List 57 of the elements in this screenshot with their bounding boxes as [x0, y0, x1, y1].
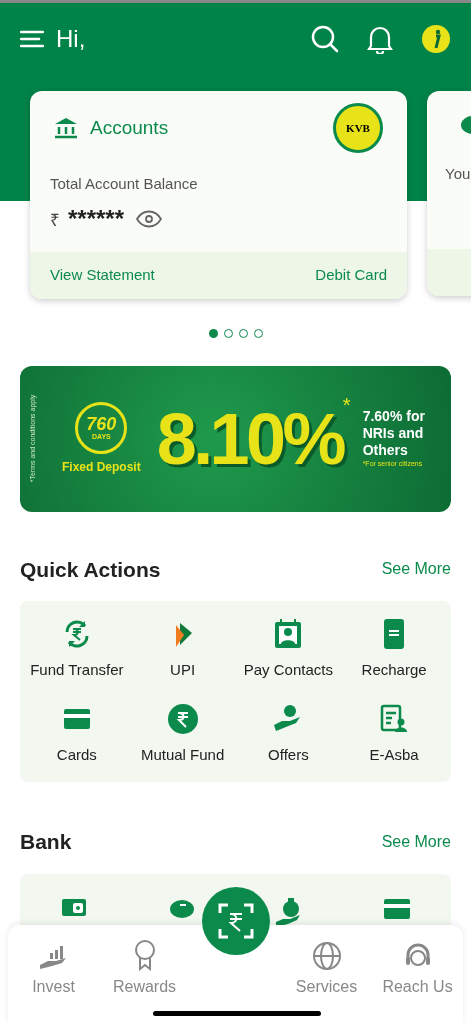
action-label: Cards	[56, 744, 97, 765]
ribbon-badge-icon	[132, 939, 157, 971]
phone-icon	[383, 618, 406, 650]
action-label: Mutual Fund	[140, 744, 225, 765]
quick-action[interactable]: E-Asba	[341, 701, 447, 766]
rupee-coin-icon	[166, 702, 199, 735]
badge-number: 760	[86, 415, 117, 433]
action-label: Offers	[268, 744, 309, 765]
nav-item[interactable]: Reach Us	[372, 937, 463, 1024]
rupee-scan-icon	[217, 903, 254, 939]
quick-action[interactable]: Mutual Fund	[129, 701, 236, 766]
section-title: Quick Actions	[20, 556, 161, 583]
masked-balance: ******	[68, 206, 125, 231]
quick-action[interactable]: Pay Contacts	[235, 617, 342, 682]
card-label: You	[445, 164, 471, 184]
quick-action[interactable]: Cards	[24, 701, 130, 766]
quick-action[interactable]: UPI	[129, 617, 236, 682]
accounts-card[interactable]: Accounts KVB Total Account Balance ₹ ****** View Statement Debit Card	[30, 91, 407, 299]
card-title: Accounts	[90, 115, 169, 140]
card-link[interactable]: Debit Card	[315, 263, 387, 287]
contact-card-icon	[273, 618, 304, 650]
bank-logo: KVB	[333, 103, 383, 153]
currency-symbol: ₹	[50, 209, 60, 232]
nav-item[interactable]: Services	[281, 937, 372, 1024]
nav-item[interactable]: Invest	[8, 937, 99, 1024]
action-label: E-Asba	[369, 744, 419, 765]
section-title: Bank	[20, 829, 72, 855]
balance-label: Total Account Balance	[49, 174, 199, 194]
card-icon	[62, 707, 91, 730]
menu-icon[interactable]	[20, 30, 44, 48]
card-icon	[383, 897, 412, 920]
see-more-link[interactable]: See More	[381, 829, 451, 854]
nav-item[interactable]: Rewards	[99, 937, 190, 1024]
bank-icon	[54, 117, 78, 139]
see-more-link[interactable]: See More	[381, 557, 451, 582]
secondary-card[interactable]: You	[427, 91, 471, 296]
action-label: Pay Contacts	[243, 660, 333, 680]
search-icon[interactable]	[311, 25, 339, 53]
card-footer	[427, 249, 471, 296]
globe-icon	[311, 941, 342, 971]
card-link[interactable]: View Statement	[50, 263, 155, 287]
quick-action[interactable]: Offers	[235, 701, 342, 766]
action-label: UPI	[170, 660, 196, 680]
action-label: Recharge	[361, 660, 427, 680]
document-user-icon	[380, 703, 409, 734]
eye-icon[interactable]	[136, 209, 163, 228]
action-label: Fund Transfer	[30, 660, 124, 680]
quick-action[interactable]: Recharge	[341, 617, 447, 682]
asterisk: *	[342, 392, 351, 416]
side-text: 7.60% for NRIs and Others	[362, 407, 426, 459]
rate-text: 8.10%	[156, 402, 343, 475]
greeting: Hi,	[56, 24, 86, 54]
info-icon[interactable]	[421, 24, 451, 54]
bell-icon[interactable]	[367, 24, 393, 54]
product-name: Fixed Deposit	[62, 458, 141, 476]
wallet-icon	[60, 897, 87, 916]
quick-action[interactable]: Fund Transfer	[24, 617, 130, 682]
